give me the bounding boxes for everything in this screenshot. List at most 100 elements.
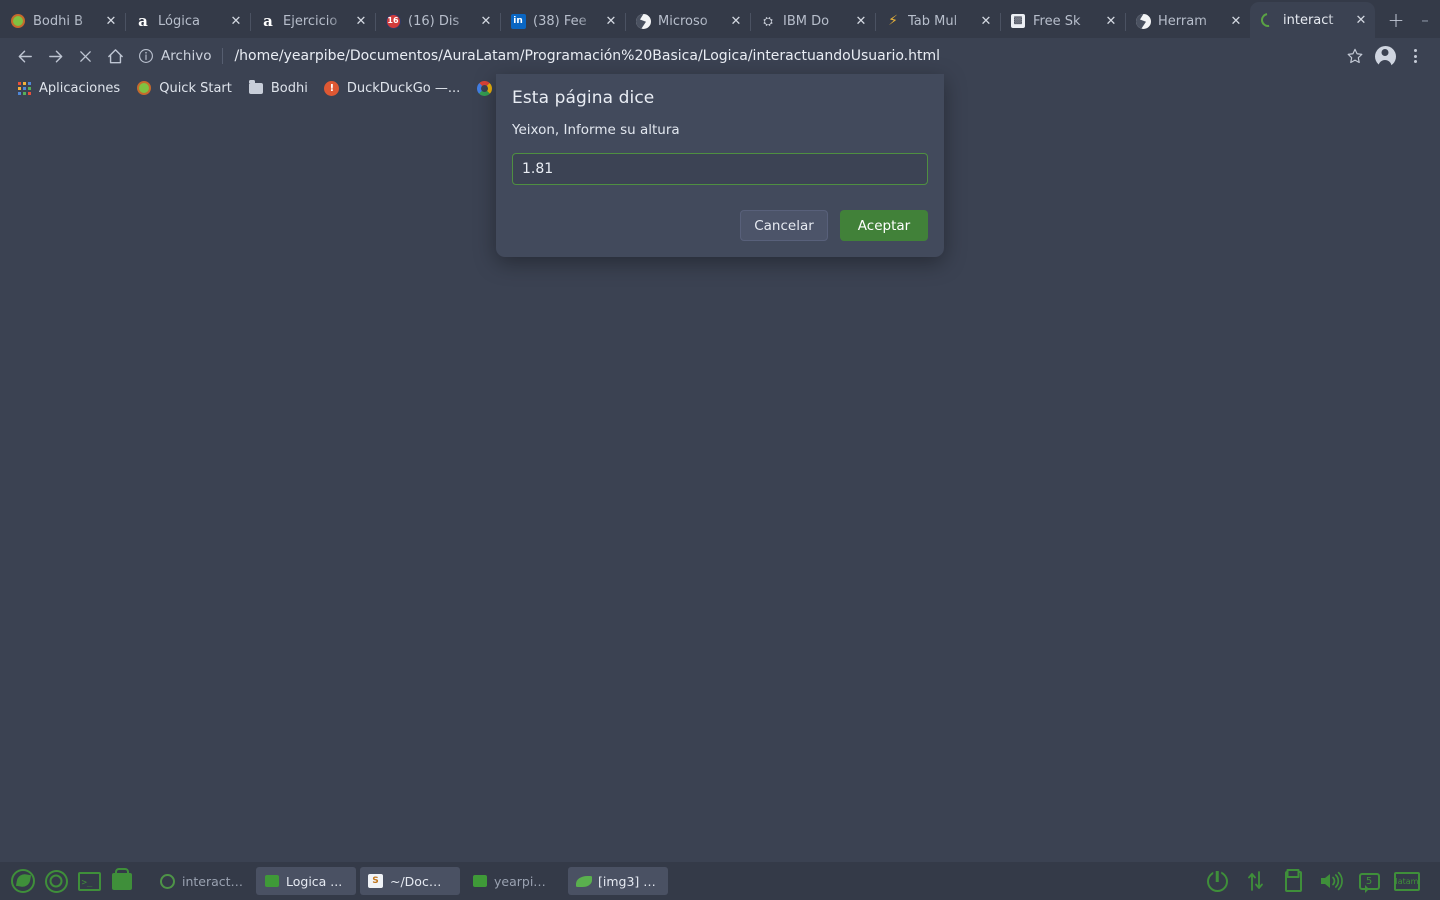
tab-title: Tab Mul — [908, 13, 958, 29]
disney-icon: 16 — [385, 13, 401, 29]
launcher-files[interactable] — [107, 866, 137, 896]
bookmark-star-button[interactable] — [1340, 41, 1370, 71]
tab-close-icon[interactable]: ✕ — [101, 11, 121, 31]
tab-close-icon[interactable]: ✕ — [851, 11, 871, 31]
tab-title: Ejercicio — [283, 13, 338, 29]
google-icon — [476, 80, 492, 96]
omnibox-divider — [222, 48, 224, 64]
url-text: /home/yearpibe/Documentos/AuraLatam/Prog… — [234, 48, 941, 64]
bookmark-bodhi[interactable]: Bodhi — [240, 77, 316, 99]
avatar-icon — [1374, 45, 1396, 67]
stop-button[interactable] — [70, 41, 100, 71]
bolt-icon: ⚡ — [888, 13, 898, 29]
tray-workspace-switcher[interactable]: 5 — [1352, 866, 1386, 896]
browser-tab[interactable]: Microso ✕ — [625, 4, 751, 38]
tray-network[interactable] — [1238, 866, 1272, 896]
page-info-icon[interactable] — [138, 48, 154, 64]
volume-icon — [1321, 871, 1343, 891]
chrome-icon — [159, 873, 176, 890]
taskbar-window-label: ~/Doc… — [390, 873, 442, 889]
tab-close-icon[interactable]: ✕ — [726, 11, 746, 31]
browser-tab[interactable]: Bodhi B ✕ — [0, 4, 126, 38]
power-icon — [1206, 870, 1228, 892]
tab-title: Free Sk — [1033, 13, 1081, 29]
taskbar-window[interactable]: yearpi… — [464, 867, 564, 895]
tab-title: Herram — [1158, 13, 1207, 29]
browser-tab-active[interactable]: interact ✕ — [1250, 2, 1375, 38]
tray-volume[interactable] — [1314, 866, 1348, 896]
bookmark-apps[interactable]: Aplicaciones — [8, 77, 128, 99]
tab-close-icon[interactable]: ✕ — [1226, 11, 1246, 31]
browser-tab[interactable]: ▩ Free Sk ✕ — [1000, 4, 1126, 38]
browser-tab[interactable]: ⚡ Tab Mul ✕ — [875, 4, 1001, 38]
home-icon — [107, 48, 123, 63]
tab-title: (38) Fee — [533, 13, 587, 29]
files-icon — [263, 873, 280, 890]
leafpad-icon — [575, 873, 592, 890]
ibm-icon: ⛭ — [763, 14, 773, 28]
tab-close-icon[interactable]: ✕ — [476, 11, 496, 31]
browser-tab[interactable]: ⛭ IBM Do ✕ — [750, 4, 876, 38]
browser-tab[interactable]: a Ejercicio ✕ — [250, 4, 376, 38]
tray-clipboard[interactable] — [1276, 866, 1310, 896]
stop-x-icon — [79, 50, 91, 62]
bodhi-leaf-icon — [11, 869, 35, 893]
dialog-button-row: Cancelar Aceptar — [512, 210, 928, 241]
tab-title: Bodhi B — [33, 13, 84, 29]
tab-title: interact — [1283, 12, 1334, 28]
taskbar-window[interactable]: [img3] … — [568, 867, 668, 895]
freeskin-icon: ▩ — [1010, 13, 1026, 29]
back-button[interactable] — [10, 41, 40, 71]
files-icon — [112, 872, 132, 890]
taskbar-window[interactable]: Logica ... — [256, 867, 356, 895]
desktop-taskbar: >_ interact… Logica ... S ~/Doc… yearpi…… — [0, 862, 1440, 900]
bookmark-label: DuckDuckGo —... — [346, 80, 461, 96]
dialog-prompt-input[interactable] — [512, 153, 928, 185]
kebab-menu-icon — [1413, 49, 1417, 63]
browser-tab[interactable]: 16 (16) Dis ✕ — [375, 4, 501, 38]
bookmark-duckduckgo[interactable]: ! DuckDuckGo —... — [316, 77, 468, 99]
bookmark-quick-start[interactable]: Quick Start — [128, 77, 240, 99]
tab-title: Lógica — [158, 13, 200, 29]
files-icon — [471, 873, 488, 890]
bookmark-label: Quick Start — [159, 80, 232, 96]
browser-tab[interactable]: Herram ✕ — [1125, 4, 1251, 38]
cancel-button[interactable]: Cancelar — [740, 210, 828, 241]
tab-close-icon[interactable]: ✕ — [1351, 10, 1371, 30]
apps-grid-icon — [16, 80, 32, 96]
tab-close-icon[interactable]: ✕ — [601, 11, 621, 31]
tab-close-icon[interactable]: ✕ — [351, 11, 371, 31]
keyboard-layout-icon: latam — [1394, 871, 1420, 891]
amazon-icon: a — [263, 11, 273, 30]
taskbar-window[interactable]: S ~/Doc… — [360, 867, 460, 895]
minimize-button[interactable]: – — [1411, 6, 1439, 34]
accept-button[interactable]: Aceptar — [840, 210, 928, 241]
tab-close-icon[interactable]: ✕ — [1101, 11, 1121, 31]
tab-close-icon[interactable]: ✕ — [976, 11, 996, 31]
taskbar-window-label: interact… — [182, 873, 244, 889]
tray-keyboard-layout[interactable]: latam — [1390, 866, 1424, 896]
duckduckgo-icon: ! — [324, 80, 340, 96]
forward-arrow-icon — [48, 50, 62, 62]
back-arrow-icon — [18, 50, 32, 62]
browser-tab[interactable]: a Lógica ✕ — [125, 4, 251, 38]
taskbar-window[interactable]: interact… — [152, 867, 252, 895]
taskbar-window-label: yearpi… — [494, 873, 546, 889]
launcher-terminal[interactable]: >_ — [74, 866, 104, 896]
forward-button[interactable] — [40, 41, 70, 71]
tab-close-icon[interactable]: ✕ — [226, 11, 246, 31]
clipboard-icon — [1284, 870, 1302, 892]
star-icon — [1347, 48, 1363, 64]
chrome-menu-button[interactable] — [1400, 41, 1430, 71]
profile-button[interactable] — [1370, 41, 1400, 71]
home-button[interactable] — [100, 41, 130, 71]
launcher-bodhi-menu[interactable] — [8, 866, 38, 896]
browser-tab-strip: Bodhi B ✕ a Lógica ✕ a Ejercicio ✕ 16 (1… — [0, 0, 1440, 38]
url-scheme-label: Archivo — [161, 48, 212, 64]
address-bar[interactable]: Archivo /home/yearpibe/Documentos/AuraLa… — [138, 42, 1340, 70]
launcher-chrome[interactable] — [41, 866, 71, 896]
tray-power-button[interactable] — [1200, 866, 1234, 896]
new-tab-button[interactable]: + — [1381, 5, 1411, 35]
browser-tab[interactable]: in (38) Fee ✕ — [500, 4, 626, 38]
tab-title: (16) Dis — [408, 13, 460, 29]
